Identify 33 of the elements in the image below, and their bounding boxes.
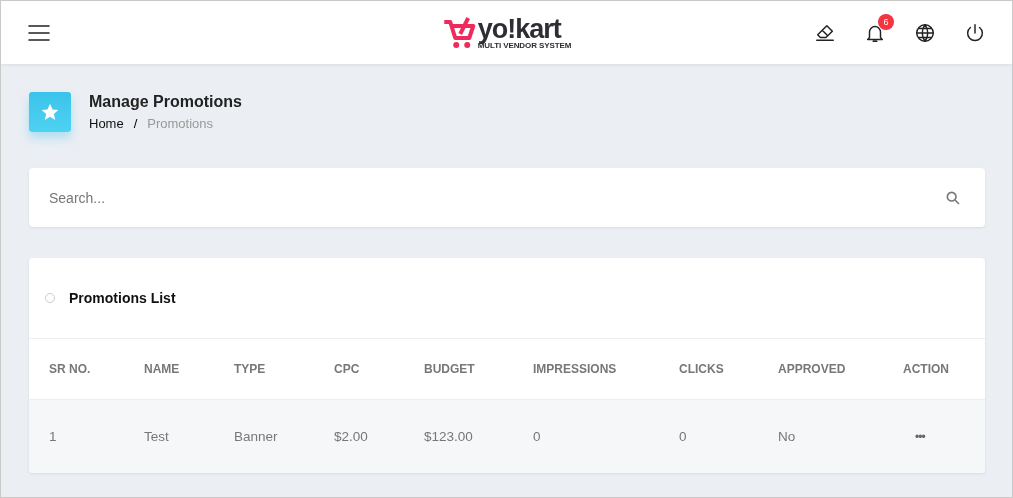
column-header: IMPRESSIONS (513, 339, 659, 400)
table-title: Promotions List (69, 290, 176, 306)
table-cell: 0 (513, 399, 659, 473)
column-header: APPROVED (758, 339, 883, 400)
column-header: TYPE (214, 339, 314, 400)
column-header: CPC (314, 339, 404, 400)
column-header: CLICKS (659, 339, 758, 400)
globe-icon (914, 21, 936, 44)
logout-button[interactable] (964, 21, 986, 44)
column-header: BUDGET (404, 339, 513, 400)
search-icon (945, 190, 961, 206)
breadcrumb-current: Promotions (147, 116, 214, 131)
column-header: NAME (124, 339, 214, 400)
table-cell: No (758, 399, 883, 473)
power-icon (964, 21, 986, 44)
notification-badge: 6 (878, 13, 894, 30)
search-field[interactable]: Search... (29, 168, 985, 227)
notifications-button[interactable]: 6 (864, 13, 894, 44)
cart-logo-icon (441, 16, 476, 50)
table-cell: 1 (29, 399, 124, 473)
breadcrumb-separator: / (133, 116, 138, 131)
page-title: Manage Promotions (89, 93, 242, 111)
table-cell: 0 (659, 399, 758, 473)
language-button[interactable] (914, 21, 936, 44)
table-cell: $2.00 (314, 399, 404, 473)
breadcrumb-link[interactable]: Home (89, 116, 124, 131)
more-actions-button[interactable]: ••• (915, 430, 925, 444)
table-cell: Test (124, 399, 214, 473)
star-icon (40, 102, 60, 122)
column-header: SR NO. (29, 339, 124, 400)
column-header: ACTION (883, 339, 985, 400)
table-cell: Banner (214, 399, 314, 473)
table-cell: $123.00 (404, 399, 513, 473)
